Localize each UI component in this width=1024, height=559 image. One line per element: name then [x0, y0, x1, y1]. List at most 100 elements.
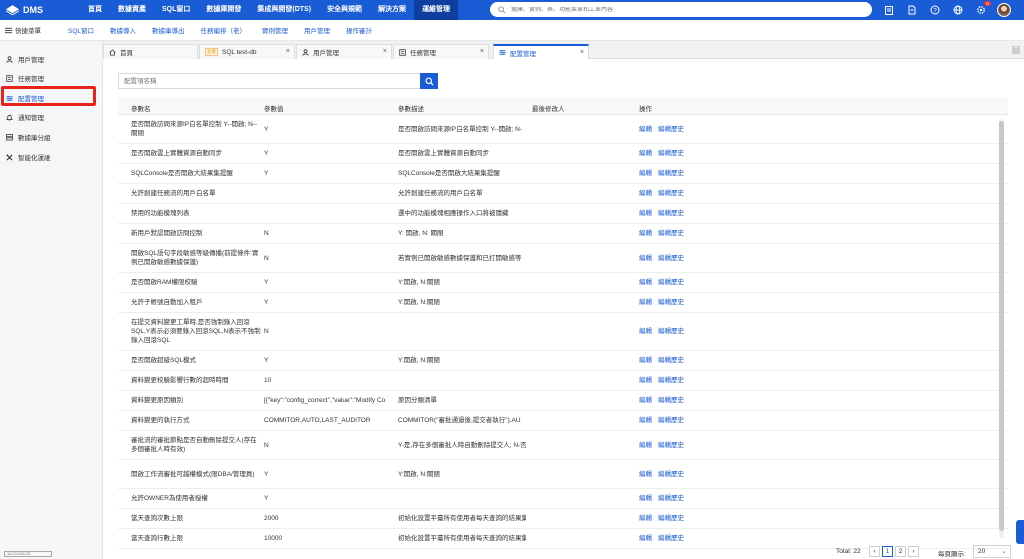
param-name: 是否開啟雲上實體資源自動同步	[131, 150, 222, 157]
edit-history-link[interactable]: 編輯歷史	[658, 254, 684, 263]
close-icon[interactable]: ×	[580, 49, 584, 56]
edit-link[interactable]: 編輯	[639, 169, 652, 178]
edit-link[interactable]: 編輯	[639, 514, 652, 523]
avatar[interactable]	[997, 3, 1011, 17]
edit-link[interactable]: 編輯	[639, 441, 652, 450]
edit-history-link[interactable]: 編輯歷史	[658, 356, 684, 365]
edit-history-link[interactable]: 編輯歷史	[658, 125, 684, 134]
edit-history-link[interactable]: 編輯歷史	[658, 327, 684, 336]
nav-item-5[interactable]: 安全與規範	[319, 0, 370, 20]
sidebar-item-1[interactable]: 任務管理	[6, 72, 44, 84]
edit-link[interactable]: 編輯	[639, 229, 652, 238]
nav-item-3[interactable]: 數據庫開發	[198, 0, 249, 20]
edit-link[interactable]: 編輯	[639, 298, 652, 307]
table-scrollbar[interactable]	[999, 119, 1004, 539]
edit-link[interactable]: 編輯	[639, 356, 652, 365]
close-icon[interactable]: ×	[286, 48, 290, 55]
edit-link[interactable]: 編輯	[639, 209, 652, 218]
next-page-button[interactable]: ›	[908, 546, 919, 557]
edit-link[interactable]: 編輯	[639, 254, 652, 263]
clipboard-icon[interactable]	[882, 4, 895, 17]
edit-history-link[interactable]: 編輯歷史	[658, 209, 684, 218]
quick-link-5[interactable]: 用戶管理	[304, 25, 330, 35]
tab-menu-button[interactable]: +	[1012, 46, 1020, 54]
close-icon[interactable]: ×	[383, 48, 387, 55]
edit-history-link[interactable]: 編輯歷史	[658, 229, 684, 238]
settings-icon[interactable]: N	[974, 0, 991, 17]
quick-link-6[interactable]: 操作審計	[346, 25, 372, 35]
close-icon[interactable]: ×	[480, 48, 484, 55]
edit-link[interactable]: 編輯	[639, 534, 652, 543]
param-desc: Y:開啟, N:關閉	[398, 299, 440, 306]
edit-history-link[interactable]: 編輯歷史	[658, 396, 684, 405]
table-header: 參數名 參數值 參數描述 最後修改人 操作	[118, 97, 1008, 115]
edit-history-link[interactable]: 編輯歷史	[658, 189, 684, 198]
edit-link[interactable]: 編輯	[639, 189, 652, 198]
document-icon[interactable]	[905, 4, 918, 17]
edit-history-link[interactable]: 編輯歷史	[658, 534, 684, 543]
global-search[interactable]	[490, 2, 872, 17]
edit-link[interactable]: 編輯	[639, 396, 652, 405]
quick-link-3[interactable]: 任務編排（老）	[201, 25, 247, 35]
help-icon[interactable]: ?	[928, 4, 941, 17]
edit-link[interactable]: 編輯	[639, 416, 652, 425]
quick-link-4[interactable]: 實例管理	[262, 25, 288, 35]
dms-logo[interactable]: DMS	[0, 5, 80, 15]
edit-history-link[interactable]: 編輯歷史	[658, 169, 684, 178]
edit-link[interactable]: 編輯	[639, 149, 652, 158]
edit-history-link[interactable]: 編輯歷史	[658, 298, 684, 307]
edit-history-link[interactable]: 編輯歷史	[658, 441, 684, 450]
nav-item-0[interactable]: 首頁	[80, 0, 110, 20]
nav-item-7[interactable]: 運維管理	[414, 0, 459, 20]
param-name: 是否開啟超級SQL模式	[131, 357, 197, 364]
sidebar-item-3[interactable]: 通知管理	[6, 111, 44, 123]
param-search-input[interactable]	[118, 73, 420, 89]
table-row: 資料變更的執行方式 COMMITOR,AUTO,LAST_AUDITOR COMMI…	[118, 411, 1008, 431]
edit-history-link[interactable]: 編輯歷史	[658, 376, 684, 385]
edit-history-link[interactable]: 編輯歷史	[658, 470, 684, 479]
edit-history-link[interactable]: 編輯歷史	[658, 494, 684, 503]
tab-2[interactable]: 用戶管理 ×	[296, 44, 392, 59]
sidebar-item-0[interactable]: 用戶管理	[6, 53, 44, 65]
scroll-thumb[interactable]	[999, 121, 1004, 531]
page-2-button[interactable]: 2	[895, 546, 906, 557]
edit-link[interactable]: 編輯	[639, 125, 652, 134]
edit-link[interactable]: 編輯	[639, 278, 652, 287]
param-search-button[interactable]	[420, 73, 438, 89]
param-desc: SQLConsole是否開啟大結果集提醒	[398, 170, 500, 177]
edit-link[interactable]: 編輯	[639, 327, 652, 336]
floating-side-tab[interactable]	[1016, 520, 1024, 544]
nav-item-1[interactable]: 數據資產	[110, 0, 154, 20]
param-desc: Y: 開啟, N: 關閉	[398, 230, 444, 237]
edit-history-link[interactable]: 編輯歷史	[658, 416, 684, 425]
edit-history-link[interactable]: 編輯歷史	[658, 514, 684, 523]
nav-item-2[interactable]: SQL窗口	[154, 0, 198, 20]
sidebar-item-4[interactable]: 數據庫分組	[6, 131, 51, 143]
quick-link-0[interactable]: SQL窗口	[68, 25, 94, 35]
tab-3[interactable]: 任務管理 ×	[393, 44, 489, 59]
prev-page-button[interactable]: ‹	[869, 546, 880, 557]
tools-icon	[6, 153, 13, 161]
quick-link-1[interactable]: 數據導入	[110, 25, 136, 35]
edit-link[interactable]: 編輯	[639, 494, 652, 503]
per-page-select[interactable]: 20 ⌄	[973, 545, 1011, 558]
param-desc: Y:開啟, N:關閉	[398, 279, 440, 286]
edit-link[interactable]: 編輯	[639, 376, 652, 385]
param-name: 資料變更校驗影響行數的超時時間	[131, 377, 229, 384]
nav-item-4[interactable]: 集成與開發(DTS)	[249, 0, 319, 20]
edit-history-link[interactable]: 編輯歷史	[658, 149, 684, 158]
database-group-icon	[6, 133, 13, 141]
global-search-input[interactable]	[511, 6, 851, 13]
quick-link-2[interactable]: 數據庫導出	[152, 25, 185, 35]
tab-0[interactable]: 首頁	[103, 44, 198, 59]
sidebar-item-5[interactable]: 智能化運維	[6, 151, 51, 163]
edit-history-link[interactable]: 編輯歷史	[658, 278, 684, 287]
edit-link[interactable]: 編輯	[639, 470, 652, 479]
page-1-button[interactable]: 1	[882, 546, 893, 557]
globe-icon[interactable]	[951, 4, 964, 17]
nav-item-6[interactable]: 解決方案	[370, 0, 414, 20]
table-row: 禁用的功能模塊列表 選中的功能模塊相應操作入口將被隱藏 編輯 編輯歷史	[118, 204, 1008, 224]
tab-1[interactable]: 生產 SQL test-db ×	[199, 44, 295, 59]
quick-menu-button[interactable]: 快捷菜單	[0, 25, 52, 35]
tab-4[interactable]: 配置管理 ×	[493, 44, 589, 59]
